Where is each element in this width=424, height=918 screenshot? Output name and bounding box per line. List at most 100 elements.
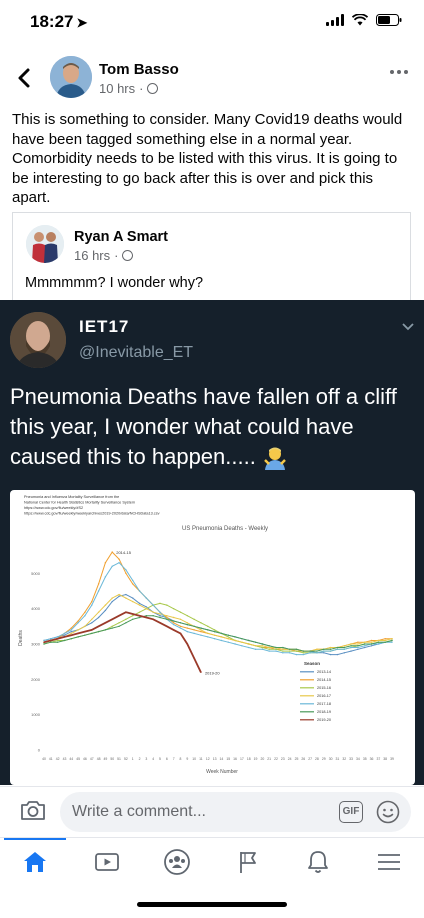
data-point bbox=[70, 638, 72, 640]
tweet-image[interactable]: IET17 @Inevitable_ET Pneumonia Deaths ha… bbox=[0, 300, 424, 785]
data-point bbox=[111, 625, 113, 628]
data-point bbox=[213, 634, 216, 636]
home-tab[interactable] bbox=[20, 848, 50, 876]
notifications-tab[interactable] bbox=[303, 848, 333, 876]
series-line bbox=[43, 615, 393, 652]
data-point bbox=[377, 643, 380, 645]
emoji-button[interactable] bbox=[376, 800, 400, 824]
wifi-icon bbox=[352, 14, 368, 26]
data-point bbox=[323, 648, 325, 650]
tweet-avatar bbox=[10, 312, 66, 368]
data-point bbox=[138, 615, 141, 617]
data-point bbox=[166, 618, 168, 620]
data-point bbox=[377, 639, 380, 642]
data-point bbox=[145, 607, 148, 610]
data-point bbox=[111, 565, 113, 567]
data-point bbox=[323, 650, 325, 652]
camera-button[interactable] bbox=[20, 799, 46, 821]
annotation-label: 2014-15 bbox=[116, 550, 131, 555]
data-point bbox=[227, 641, 229, 643]
data-point bbox=[84, 611, 86, 613]
data-point bbox=[295, 653, 298, 656]
cellular-signal-icon bbox=[326, 14, 344, 26]
x-tick-label: 20 bbox=[260, 757, 264, 761]
shared-post-time[interactable]: 16 hrs bbox=[74, 248, 110, 263]
x-tick-label: 39 bbox=[390, 757, 394, 761]
series-line bbox=[43, 593, 393, 656]
data-point bbox=[111, 627, 113, 629]
groups-tab[interactable] bbox=[162, 848, 192, 876]
x-tick-label: 25 bbox=[295, 757, 299, 761]
data-point bbox=[91, 622, 93, 624]
data-point bbox=[316, 650, 318, 652]
menu-tab[interactable] bbox=[374, 848, 404, 876]
data-point bbox=[138, 590, 141, 592]
data-point bbox=[132, 597, 134, 599]
data-point bbox=[166, 604, 168, 606]
x-tick-label: 17 bbox=[240, 757, 244, 761]
shared-author-name[interactable]: Ryan A Smart bbox=[74, 229, 168, 245]
data-point bbox=[104, 609, 107, 612]
x-tick-label: 44 bbox=[69, 757, 73, 761]
data-point bbox=[132, 583, 134, 585]
video-tab[interactable] bbox=[92, 848, 122, 876]
tweet-display-name: IET17 bbox=[79, 317, 130, 336]
post-time[interactable]: 10 hrs bbox=[99, 81, 135, 96]
data-point bbox=[200, 671, 202, 673]
pages-tab[interactable] bbox=[233, 848, 263, 876]
data-point bbox=[97, 611, 100, 613]
gif-button[interactable]: GIF bbox=[339, 801, 363, 823]
data-point bbox=[213, 638, 216, 640]
shared-post-meta: 16 hrs · bbox=[74, 248, 134, 263]
data-point bbox=[91, 632, 93, 635]
y-tick-label: 1000 bbox=[31, 712, 41, 717]
data-point bbox=[172, 629, 175, 631]
back-button[interactable] bbox=[16, 66, 34, 90]
data-point bbox=[50, 638, 52, 640]
data-point bbox=[138, 604, 141, 606]
x-axis: 40 41 42 43 44 45 46 47 48 49 50 51 52 1 2 3 4 5 6 7 8 9 10 11 1… bbox=[42, 757, 394, 761]
data-point bbox=[70, 630, 72, 633]
data-point bbox=[97, 630, 100, 633]
data-point bbox=[248, 643, 250, 645]
data-point bbox=[282, 652, 284, 654]
more-options-button[interactable] bbox=[390, 70, 408, 74]
data-point bbox=[179, 622, 182, 624]
x-tick-label: 8 bbox=[180, 757, 182, 761]
comment-placeholder: Write a comment... bbox=[72, 803, 206, 820]
data-point bbox=[63, 634, 66, 636]
data-point bbox=[193, 625, 195, 628]
data-point bbox=[132, 600, 134, 603]
legend-label: 2016-17 bbox=[317, 694, 331, 698]
data-point bbox=[125, 593, 127, 596]
data-point bbox=[97, 616, 100, 619]
data-point bbox=[207, 625, 209, 628]
data-point bbox=[323, 652, 325, 654]
data-point bbox=[220, 632, 223, 635]
comment-input[interactable]: Write a comment... GIF bbox=[60, 792, 411, 832]
legend-label: 2015-16 bbox=[317, 686, 331, 690]
data-point bbox=[118, 593, 120, 596]
data-point bbox=[377, 641, 380, 643]
data-point bbox=[152, 611, 154, 613]
smiley-icon bbox=[376, 800, 400, 824]
data-point bbox=[234, 636, 236, 638]
data-point bbox=[125, 611, 127, 613]
data-point bbox=[220, 639, 223, 642]
shared-post-card[interactable]: Ryan A Smart 16 hrs · Mmmmmm? I wonder w… bbox=[12, 212, 411, 300]
data-point bbox=[336, 648, 339, 650]
x-tick-label: 26 bbox=[301, 757, 305, 761]
avatar[interactable] bbox=[50, 56, 92, 98]
data-point bbox=[370, 645, 373, 647]
person-shrugging-emoji bbox=[264, 447, 286, 471]
chart-annotations: 2014-15 2019-20 bbox=[116, 550, 220, 675]
data-point bbox=[179, 611, 182, 613]
data-point bbox=[91, 600, 93, 603]
data-point bbox=[111, 597, 113, 599]
author-name[interactable]: Tom Basso bbox=[99, 61, 179, 78]
data-point bbox=[329, 646, 332, 649]
data-point bbox=[43, 643, 45, 645]
x-tick-label: 3 bbox=[145, 757, 147, 761]
camera-icon bbox=[21, 801, 45, 820]
shared-avatar[interactable] bbox=[26, 225, 64, 263]
